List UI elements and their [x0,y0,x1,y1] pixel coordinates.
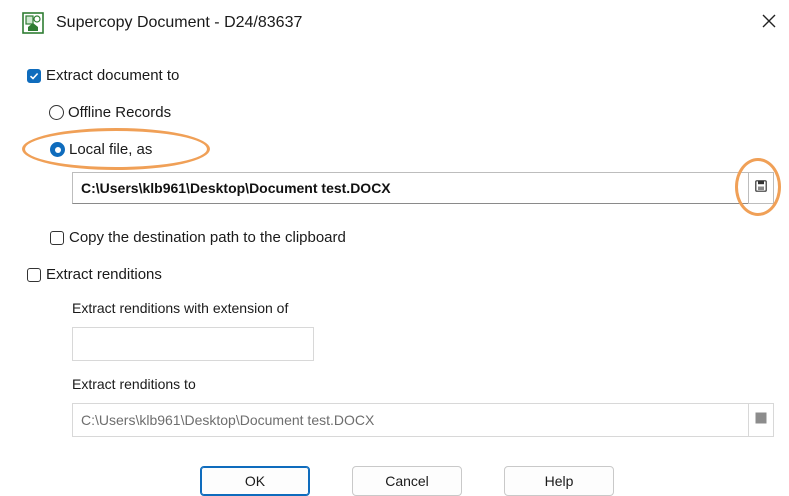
help-button[interactable]: Help [504,466,614,496]
local-file-radio[interactable] [50,142,65,157]
extension-label: Extract renditions with extension of [72,300,289,316]
renditions-path-input[interactable]: C:\Users\klb961\Desktop\Document test.DO… [72,403,749,437]
window-title: Supercopy Document - D24/83637 [56,14,303,31]
local-file-path-value: C:\Users\klb961\Desktop\Document test.DO… [81,180,391,196]
copy-path-row[interactable]: Copy the destination path to the clipboa… [50,229,346,246]
close-icon [762,14,776,33]
local-file-label: Local file, as [69,141,153,158]
extract-renditions-row[interactable]: Extract renditions [27,266,162,283]
copy-path-label: Copy the destination path to the clipboa… [69,229,346,246]
offline-records-option[interactable]: Offline Records [49,104,171,121]
offline-records-label: Offline Records [68,104,172,121]
cancel-button[interactable]: Cancel [352,466,462,496]
extension-input[interactable] [72,327,314,361]
ok-button[interactable]: OK [200,466,310,496]
extract-document-row[interactable]: Extract document to [27,67,179,84]
extract-document-label: Extract document to [46,67,180,84]
extract-renditions-label: Extract renditions [46,266,162,283]
renditions-browse-button[interactable] [748,403,774,437]
local-file-path-input[interactable]: C:\Users\klb961\Desktop\Document test.DO… [72,172,749,204]
title-bar: Supercopy Document - D24/83637 [0,0,789,48]
save-disk-icon [755,179,767,197]
local-file-option[interactable]: Local file, as [50,141,152,158]
offline-records-radio[interactable] [49,105,64,120]
browse-button[interactable] [748,172,774,204]
save-disk-icon [755,411,767,429]
renditions-to-label: Extract renditions to [72,376,196,392]
extract-renditions-checkbox[interactable] [27,267,41,282]
copy-path-checkbox[interactable] [50,230,64,245]
close-button[interactable] [752,6,786,40]
document-copy-icon [22,12,44,34]
extract-document-checkbox[interactable] [27,68,41,83]
renditions-path-value: C:\Users\klb961\Desktop\Document test.DO… [81,412,375,428]
